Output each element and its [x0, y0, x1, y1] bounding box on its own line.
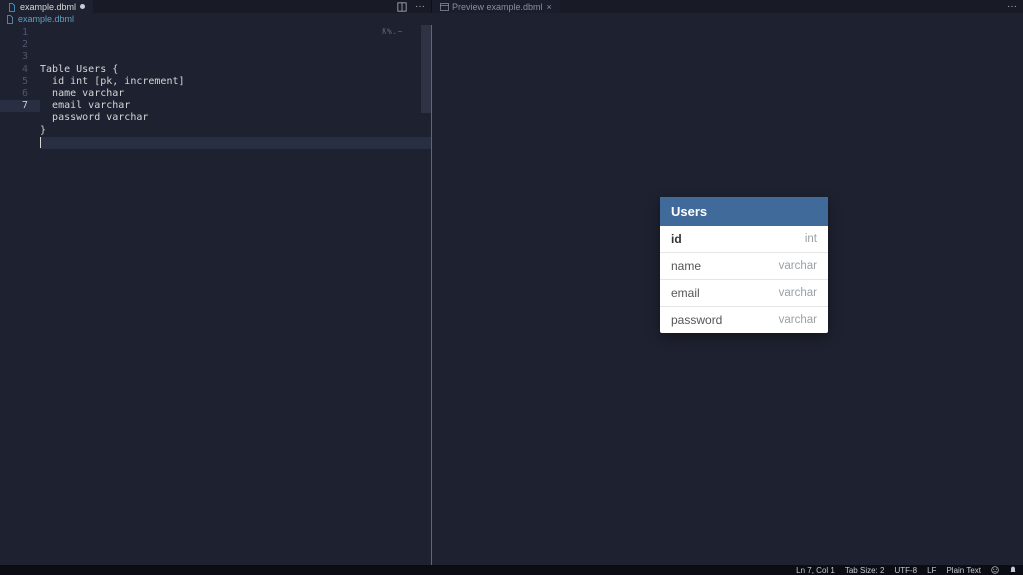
- column-type: varchar: [779, 287, 817, 299]
- left-pane-actions: ···: [397, 2, 425, 12]
- split-editor-icon[interactable]: [397, 2, 407, 12]
- code-line[interactable]: }: [40, 125, 431, 137]
- column-type: varchar: [779, 260, 817, 272]
- body-split: 1234567 ƛ%.~ Table Users { id int [pk, i…: [0, 25, 1023, 565]
- status-language[interactable]: Plain Text: [946, 566, 981, 575]
- status-eol[interactable]: LF: [927, 566, 936, 575]
- table-row[interactable]: email varchar: [660, 280, 828, 307]
- preview-icon: [440, 3, 448, 11]
- file-icon: [8, 3, 16, 11]
- close-icon[interactable]: ×: [547, 2, 552, 12]
- editor-pane[interactable]: 1234567 ƛ%.~ Table Users { id int [pk, i…: [0, 25, 432, 565]
- code-line[interactable]: email varchar: [40, 100, 431, 112]
- line-number: 4: [0, 64, 40, 76]
- code-area[interactable]: ƛ%.~ Table Users { id int [pk, increment…: [40, 25, 431, 565]
- dirty-indicator-icon: [80, 4, 85, 9]
- column-name: name: [671, 259, 701, 273]
- code-line[interactable]: password varchar: [40, 112, 431, 124]
- line-number: 7: [0, 100, 40, 112]
- code-line[interactable]: name varchar: [40, 88, 431, 100]
- table-card-rows: id int name varchar email varchar password varc…: [660, 226, 828, 333]
- table-row[interactable]: password varchar: [660, 307, 828, 333]
- column-name: password: [671, 313, 722, 327]
- right-pane-actions: ···: [1007, 2, 1017, 12]
- line-number: 2: [0, 39, 40, 51]
- line-gutter: 1234567: [0, 25, 40, 565]
- preview-tab[interactable]: Preview example.dbml ×: [432, 0, 560, 13]
- editor-tab-label: example.dbml: [20, 2, 76, 12]
- open-editors-row[interactable]: example.dbml: [0, 13, 1023, 25]
- file-icon: [6, 15, 14, 23]
- code-lens: ƛ%.~: [382, 26, 403, 38]
- line-number: 1: [0, 27, 40, 39]
- preview-tab-label: Preview example.dbml: [452, 2, 543, 12]
- column-type: varchar: [779, 314, 817, 326]
- editor-scrollbar[interactable]: [419, 25, 431, 565]
- open-editors-filename: example.dbml: [18, 14, 74, 24]
- status-encoding[interactable]: UTF-8: [894, 566, 917, 575]
- column-type: int: [805, 233, 817, 245]
- line-number: 3: [0, 51, 40, 63]
- code-line[interactable]: Table Users {: [40, 64, 431, 76]
- table-card-header: Users: [660, 197, 828, 226]
- tab-bar: example.dbml ··· Preview example.dbml × …: [0, 0, 1023, 13]
- status-cursor[interactable]: Ln 7, Col 1: [796, 566, 835, 575]
- left-pane-tabs: example.dbml ···: [0, 0, 432, 13]
- column-name: email: [671, 286, 700, 300]
- preview-pane[interactable]: Users idintnamevarcharemailvarcharpasswo…: [432, 25, 1023, 565]
- more-actions-icon[interactable]: ···: [415, 2, 425, 12]
- line-number: 6: [0, 88, 40, 100]
- table-row[interactable]: id int: [660, 226, 828, 253]
- table-row[interactable]: name varchar: [660, 253, 828, 280]
- cursor: [40, 137, 41, 148]
- table-card[interactable]: Users idintnamevarcharemailvarcharpasswo…: [660, 197, 828, 333]
- column-name: id: [671, 232, 682, 246]
- line-number: 5: [0, 76, 40, 88]
- scrollbar-thumb[interactable]: [421, 25, 431, 113]
- code-line[interactable]: id int [pk, increment]: [40, 76, 431, 88]
- status-tabsize[interactable]: Tab Size: 2: [845, 566, 885, 575]
- more-actions-icon[interactable]: ···: [1007, 2, 1017, 12]
- editor-tab[interactable]: example.dbml: [0, 0, 93, 13]
- code-line[interactable]: [40, 137, 431, 149]
- status-bell-icon[interactable]: [1009, 566, 1017, 574]
- right-pane-tabs: Preview example.dbml × ···: [432, 0, 1023, 13]
- status-bar: Ln 7, Col 1 Tab Size: 2 UTF-8 LF Plain T…: [0, 565, 1023, 575]
- status-feedback-icon[interactable]: [991, 566, 999, 574]
